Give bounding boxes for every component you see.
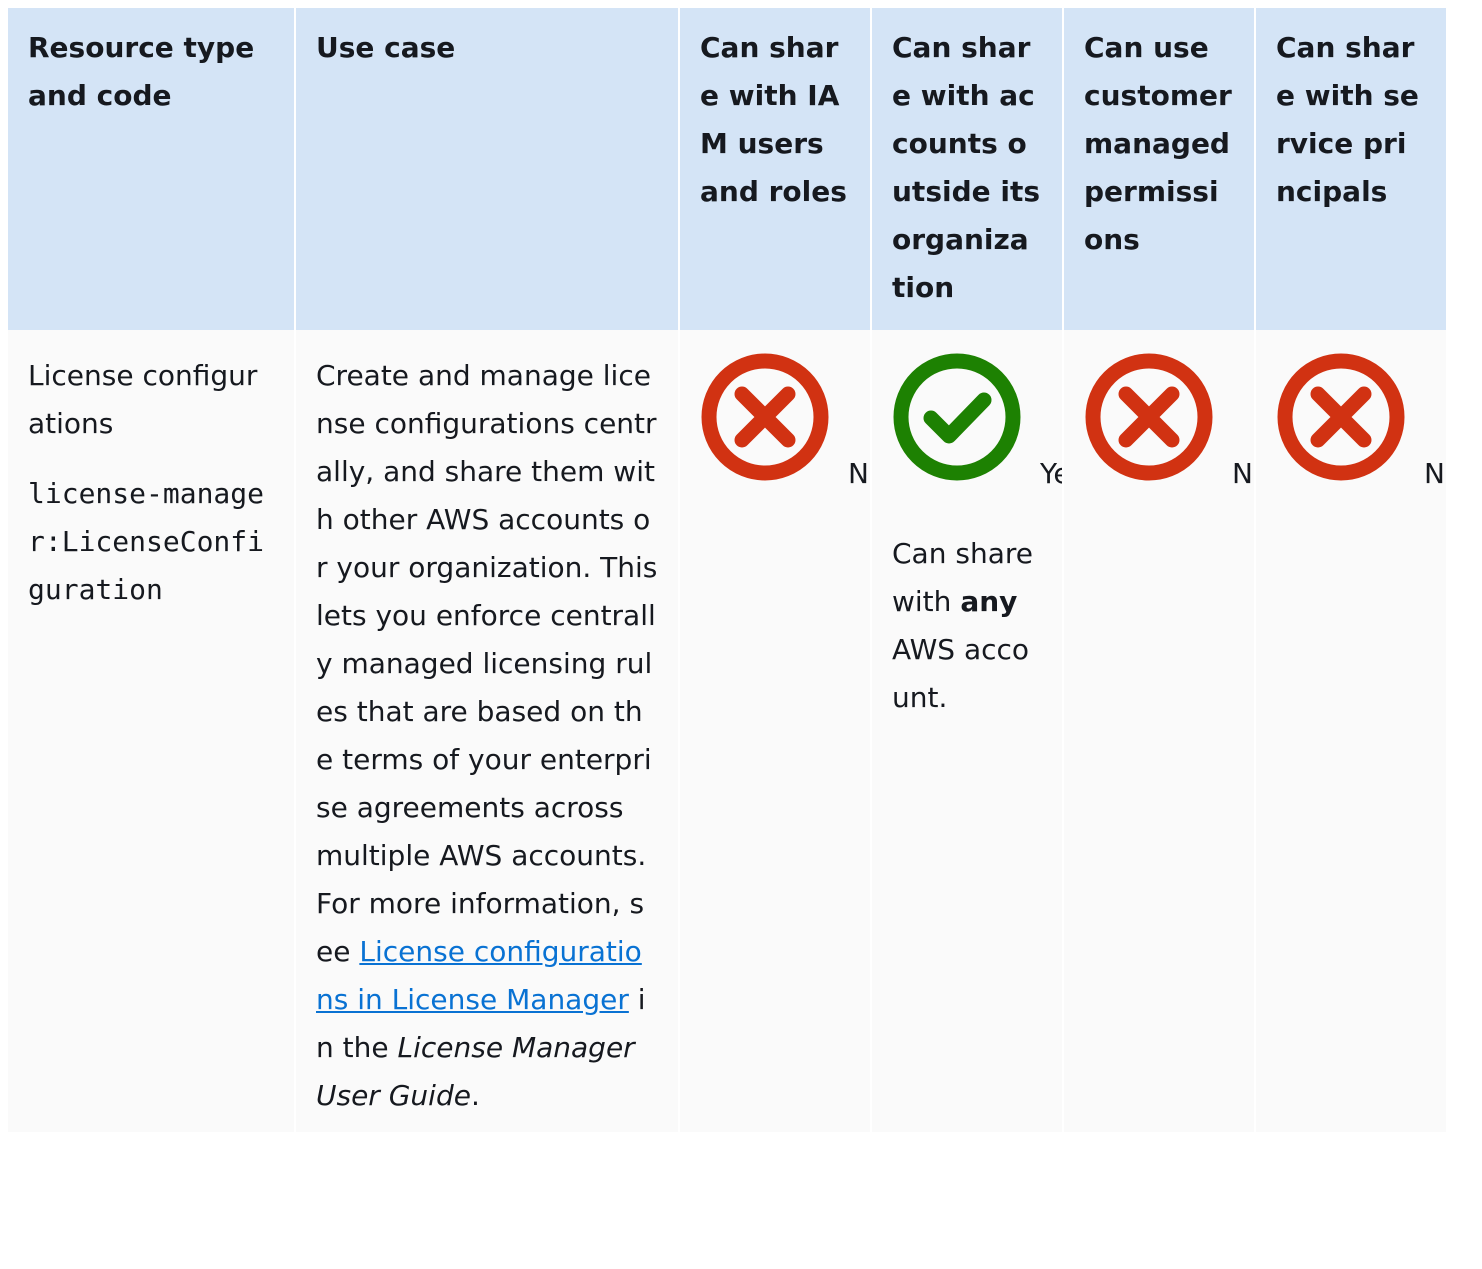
customer-managed-permissions-status: No bbox=[1084, 352, 1255, 490]
table-header-row: Resource type and code Use case Can shar… bbox=[8, 8, 1446, 330]
service-principals-label: No bbox=[1424, 457, 1446, 490]
resource-table-container: Resource type and code Use case Can shar… bbox=[8, 8, 1446, 1261]
header-service-principals: Can share with service principals bbox=[1254, 8, 1446, 330]
header-resource-type: Resource type and code bbox=[8, 8, 295, 330]
service-principals-cell: No bbox=[1254, 330, 1446, 1132]
header-iam-users-roles: Can share with IAM users and roles bbox=[678, 8, 871, 330]
outside-org-cell: Yes Can share with any AWS account. bbox=[870, 330, 1063, 1132]
shareable-resources-table: Resource type and code Use case Can shar… bbox=[8, 8, 1446, 1132]
outside-org-label: Yes bbox=[1040, 457, 1063, 490]
outside-org-note-bold: any bbox=[960, 585, 1018, 618]
use-case-cell: Create and manage license configurations… bbox=[294, 330, 679, 1132]
error-icon bbox=[1085, 353, 1213, 481]
use-case-text: Create and manage license configurations… bbox=[316, 359, 658, 968]
success-icon bbox=[893, 353, 1021, 481]
header-customer-managed-permissions: Can use customer managed permissions bbox=[1062, 8, 1255, 330]
header-outside-org: Can share with accounts outside its orga… bbox=[870, 8, 1063, 330]
iam-users-roles-cell: No bbox=[678, 330, 871, 1132]
license-configurations-link[interactable]: License configurations in License Manage… bbox=[316, 935, 642, 1016]
resource-type-code: license-manager:LicenseConfiguration bbox=[28, 477, 265, 606]
service-principals-status: No bbox=[1276, 352, 1446, 490]
table-row: License configurations license-manager:L… bbox=[8, 330, 1446, 1132]
header-use-case: Use case bbox=[294, 8, 679, 330]
customer-managed-permissions-label: No bbox=[1232, 457, 1255, 490]
customer-managed-permissions-cell: No bbox=[1062, 330, 1255, 1132]
error-icon bbox=[701, 353, 829, 481]
iam-users-roles-status: No bbox=[700, 352, 871, 490]
error-icon bbox=[1277, 353, 1405, 481]
use-case-end: . bbox=[470, 1079, 480, 1112]
resource-type-cell: License configurations license-manager:L… bbox=[8, 330, 295, 1132]
iam-users-roles-label: No bbox=[848, 457, 871, 490]
outside-org-note-suffix: AWS account. bbox=[892, 633, 1030, 714]
resource-type-name: License configurations bbox=[28, 359, 258, 440]
outside-org-status: Yes bbox=[892, 352, 1063, 490]
outside-org-note: Can share with any AWS account. bbox=[892, 530, 1042, 722]
